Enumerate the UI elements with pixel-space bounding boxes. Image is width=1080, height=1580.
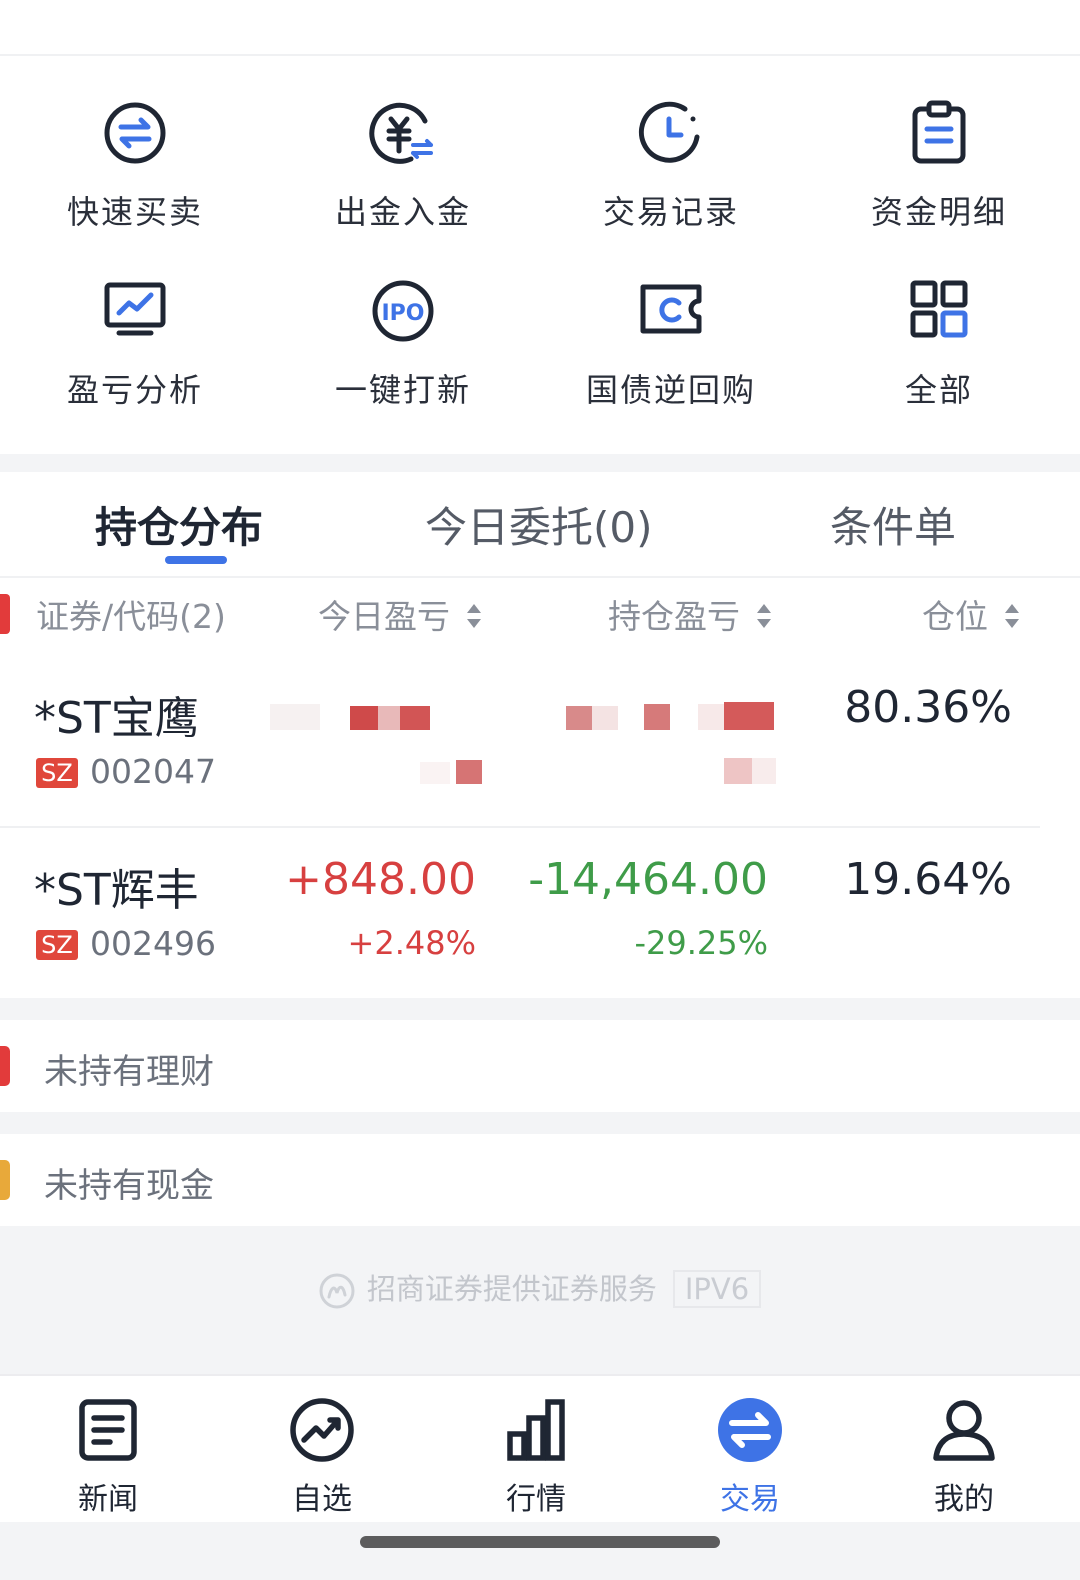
menu-label: 盈亏分析 [66, 371, 203, 409]
stock-code: 002047 [90, 752, 216, 791]
home-indicator[interactable] [360, 1536, 720, 1548]
ipv6-badge: IPV6 [672, 1270, 762, 1308]
ticket-icon [640, 284, 702, 334]
col-position-label: 仓位 [922, 597, 988, 636]
col-today-pl[interactable]: 今日盈亏 [318, 590, 483, 638]
clock-icon [638, 101, 700, 163]
menu-label: 出金入金 [334, 193, 471, 231]
broker-logo-icon [319, 1273, 355, 1309]
nav-label: 行情 [506, 1482, 566, 1517]
wealth-management-label: 未持有理财 [44, 1052, 214, 1092]
stock-name: *ST宝鹰 [34, 693, 199, 744]
redacted-hold-pl [560, 700, 780, 800]
menu-label: 快速买卖 [66, 193, 203, 231]
sort-icon [1004, 603, 1019, 628]
tab-conditional-orders[interactable]: 条件单 [830, 494, 956, 555]
col-position[interactable]: 仓位 [922, 590, 1021, 638]
hold-pl-value: -14,464.00 [528, 854, 768, 905]
col-today-pl-label: 今日盈亏 [318, 597, 450, 636]
menu-quick-trade[interactable]: 快速买卖 [0, 95, 270, 233]
menu-ipo-subscribe[interactable]: IPO 一键打新 [268, 273, 538, 411]
tab-holdings[interactable]: 持仓分布 [95, 494, 263, 555]
col-hold-pl-label: 持仓盈亏 [608, 597, 740, 636]
col-security: 证券/代码(2) [36, 597, 226, 636]
nav-market[interactable]: 行情 [428, 1394, 644, 1518]
sort-icon [756, 603, 771, 628]
svg-text:IPO: IPO [381, 301, 424, 326]
menu-label: 国债逆回购 [585, 371, 756, 409]
system-bar-area [0, 1522, 1080, 1580]
menu-label: 全部 [904, 371, 973, 409]
nav-trade[interactable]: 交易 [642, 1394, 858, 1518]
nav-label: 新闻 [78, 1482, 138, 1517]
row-divider [0, 826, 1040, 828]
nav-news[interactable]: 新闻 [0, 1394, 216, 1518]
menu-label: 一键打新 [334, 371, 471, 409]
tab-today-orders[interactable]: 今日委托(0) [425, 494, 653, 555]
menu-pl-analysis[interactable]: 盈亏分析 [0, 273, 270, 411]
exchange-badge: SZ [36, 758, 78, 788]
wealth-management-row[interactable]: 未持有理财 [0, 1020, 1080, 1112]
holdings-tabs: 持仓分布 今日委托(0) 条件单 [0, 472, 1080, 578]
nav-watchlist[interactable]: 自选 [214, 1394, 430, 1518]
trend-circle-icon [290, 1398, 354, 1462]
nav-label: 交易 [720, 1482, 780, 1517]
top-divider [0, 54, 1080, 56]
monitor-chart-icon [104, 282, 166, 336]
holding-row[interactable]: *ST宝鹰 SZ 002047 80.36% [0, 660, 1080, 826]
holding-row[interactable]: *ST辉丰 SZ 002496 +848.00 +2.48% -14,464.0… [0, 832, 1080, 998]
cash-management-label: 未持有现金 [44, 1166, 214, 1206]
today-pl-pct: +2.48% [347, 924, 476, 962]
section-gap [0, 454, 1080, 472]
menu-trade-records[interactable]: 交易记录 [536, 95, 806, 233]
menu-deposit-withdraw[interactable]: 出金入金 [268, 95, 538, 233]
stock-code: 002496 [90, 924, 216, 963]
service-text: 招商证券提供证券服务 [366, 1272, 657, 1306]
redacted-today-pl [270, 700, 482, 800]
section-gap [0, 998, 1080, 1020]
stock-name: *ST辉丰 [34, 865, 199, 916]
menu-label: 资金明细 [870, 193, 1007, 231]
swap-circle-icon [104, 102, 166, 164]
swap-circle-icon [718, 1398, 782, 1462]
sort-icon [466, 603, 481, 628]
position-pct: 19.64% [844, 854, 1012, 905]
news-icon [79, 1399, 137, 1461]
menu-all[interactable]: 全部 [804, 273, 1074, 411]
bottom-nav: 新闻 自选 行情 交易 我的 [0, 1374, 1080, 1522]
user-icon [933, 1400, 995, 1461]
bar-chart-icon [507, 1399, 565, 1461]
yuan-transfer-icon [369, 102, 433, 164]
menu-fund-details[interactable]: 资金明细 [804, 95, 1074, 233]
broker-service-note: 招商证券提供证券服务 IPV6 [0, 1266, 1080, 1309]
cash-management-row[interactable]: 未持有现金 [0, 1134, 1080, 1226]
active-tab-indicator [165, 556, 227, 564]
menu-reverse-repo[interactable]: 国债逆回购 [536, 273, 806, 411]
section-marker [0, 1160, 10, 1200]
col-hold-pl[interactable]: 持仓盈亏 [608, 590, 773, 638]
exchange-badge: SZ [36, 930, 78, 960]
grid-icon [910, 280, 968, 338]
nav-label: 自选 [292, 1482, 352, 1517]
hold-pl-pct: -29.25% [634, 924, 768, 962]
section-marker [0, 1046, 10, 1086]
section-marker [0, 594, 10, 634]
menu-label: 交易记录 [602, 193, 739, 231]
nav-profile[interactable]: 我的 [856, 1394, 1072, 1518]
today-pl-value: +848.00 [285, 854, 476, 905]
ipo-icon: IPO [372, 280, 434, 342]
section-gap [0, 1112, 1080, 1134]
nav-label: 我的 [934, 1482, 994, 1517]
clipboard-icon [912, 100, 966, 164]
position-pct: 80.36% [844, 682, 1012, 733]
